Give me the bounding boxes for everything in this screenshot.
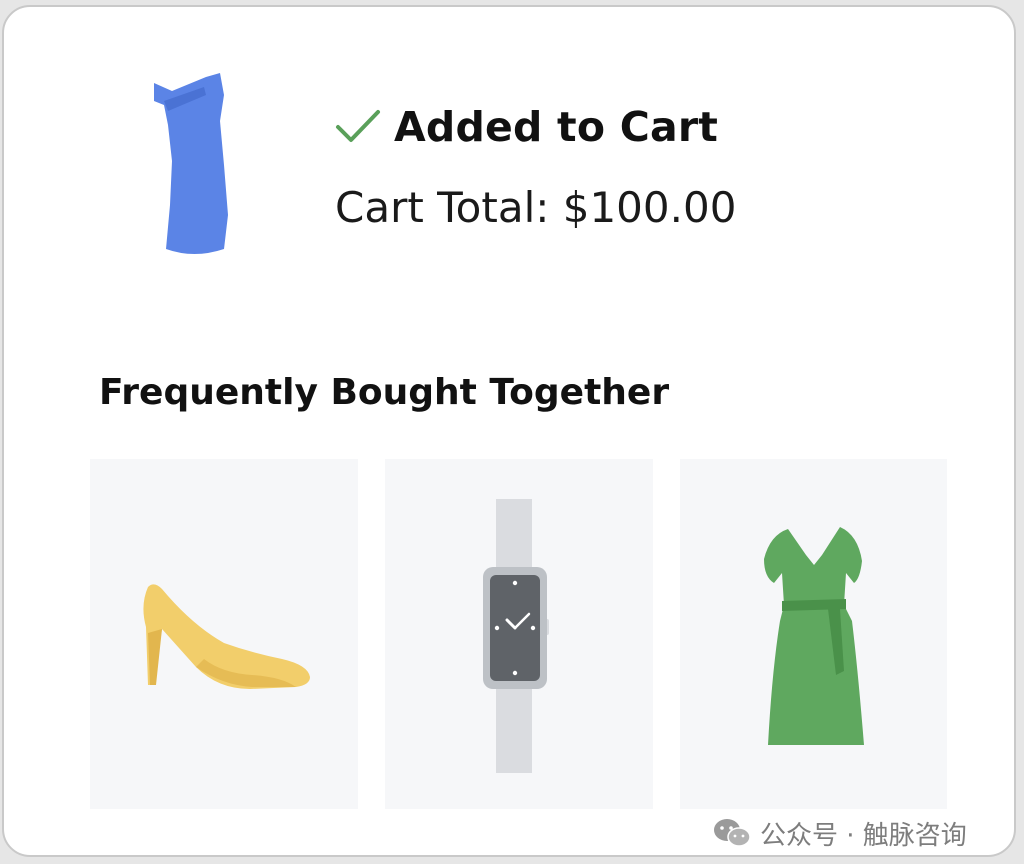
frequently-bought-heading: Frequently Bought Together <box>99 372 670 413</box>
added-to-cart-title: Added to Cart <box>394 103 719 151</box>
high-heel-shoe-icon <box>143 584 310 689</box>
recommendation-tile-shoe[interactable] <box>90 459 358 809</box>
blue-dress-icon <box>154 73 228 254</box>
wristwatch-icon <box>483 499 549 773</box>
watermark: 公众号 · 触脉咨询 <box>712 813 967 853</box>
check-icon <box>336 110 380 142</box>
added-to-cart-card: Added to Cart Cart Total: $100.00 Freque… <box>2 5 1016 857</box>
recommendation-tile-watch[interactable] <box>385 459 653 809</box>
green-dress-icon <box>764 527 864 745</box>
watermark-text: 公众号 · 触脉咨询 <box>760 820 967 851</box>
added-to-cart-row: Added to Cart <box>334 99 718 155</box>
wechat-icon <box>714 819 751 847</box>
recommendation-tile-green-dress[interactable] <box>680 459 947 809</box>
cart-total: Cart Total: $100.00 <box>335 183 737 232</box>
